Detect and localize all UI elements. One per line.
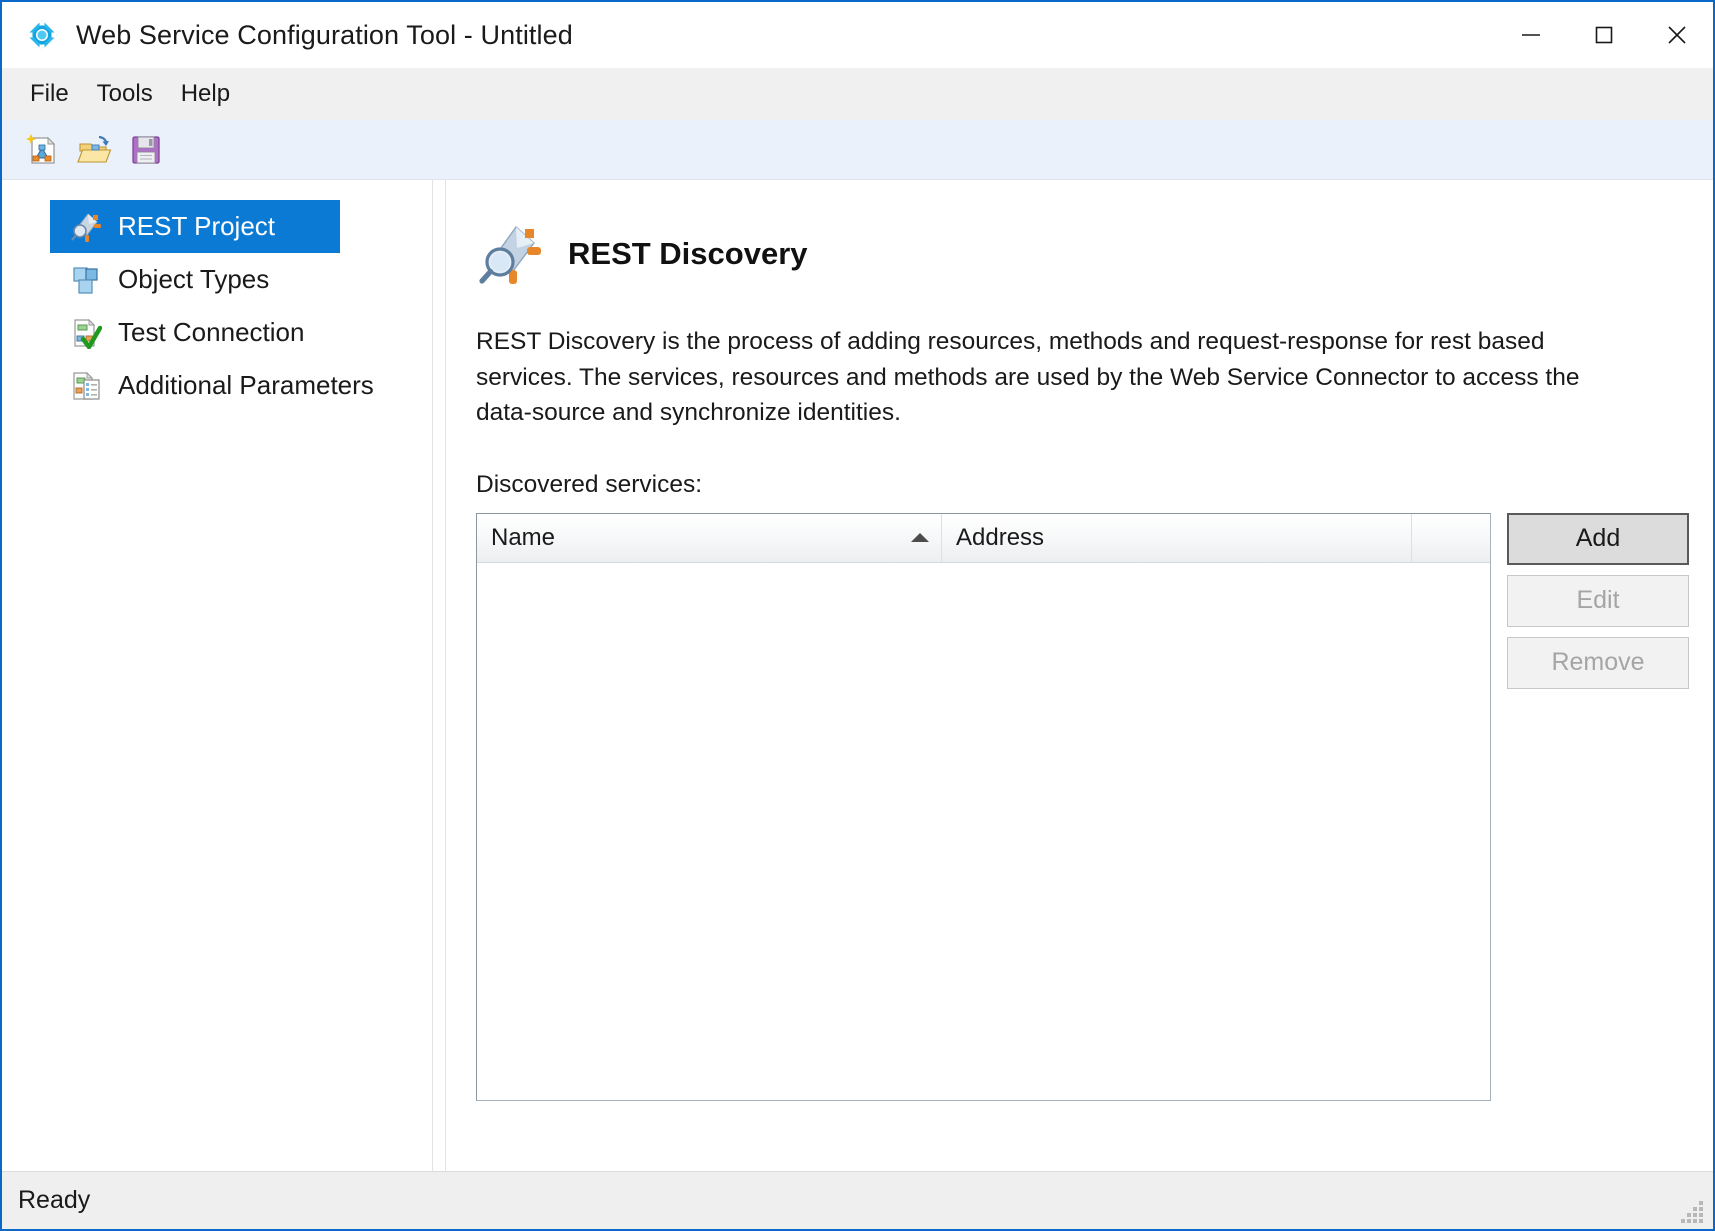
menu-item-help[interactable]: Help: [167, 78, 244, 110]
close-icon[interactable]: [1640, 2, 1713, 68]
resize-grip-icon[interactable]: [1681, 1199, 1707, 1225]
diamond-network-icon: [24, 17, 60, 53]
column-header-address[interactable]: Address: [942, 513, 1412, 562]
discovered-services-label: Discovered services:: [476, 470, 703, 498]
sidebar-splitter[interactable]: [432, 180, 446, 1171]
sidebar-item-test-connection[interactable]: Test Connection: [50, 306, 340, 359]
sidebar-item-label: Object Types: [118, 264, 270, 294]
minimize-icon[interactable]: [1494, 2, 1567, 68]
sidebar-item-object-types[interactable]: Object Types: [50, 253, 340, 306]
app-window: Web Service Configuration Tool - Untitle…: [0, 0, 1715, 1231]
content-panel: REST Discovery REST Discovery is the pro…: [446, 180, 1713, 1171]
edit-button: Edit: [1507, 574, 1689, 627]
column-header-blank[interactable]: [1412, 514, 1490, 562]
sidebar-item-label: REST Project: [118, 211, 276, 241]
title-bar: Web Service Configuration Tool - Untitle…: [2, 2, 1713, 68]
sidebar-item-additional-parameters[interactable]: Additional Parameters: [50, 359, 374, 412]
test-connection-icon: [68, 315, 104, 351]
column-header-name-label: Name: [491, 523, 556, 551]
open-folder-icon[interactable]: [68, 126, 120, 174]
panel-header: REST Discovery: [446, 180, 1713, 290]
save-floppy-icon[interactable]: [120, 126, 172, 174]
sidebar-item-label: Test Connection: [118, 317, 305, 347]
menu-item-tools[interactable]: Tools: [83, 78, 167, 110]
panel-description: REST Discovery is the process of adding …: [476, 328, 1580, 427]
tool-bar: [2, 120, 1713, 180]
services-section: Name Address Add Edit Remove: [446, 512, 1713, 1101]
sidebar-item-label: Additional Parameters: [118, 370, 374, 400]
discovered-services-list[interactable]: Name Address: [476, 512, 1491, 1101]
additional-parameters-icon: [68, 368, 104, 404]
menu-item-file[interactable]: File: [16, 78, 83, 110]
sidebar-navigation: REST Project Object Types Test Connectio…: [2, 180, 432, 1171]
sidebar-item-rest-project[interactable]: REST Project: [50, 200, 340, 253]
page-title: REST Discovery: [568, 236, 808, 271]
body-area: REST Project Object Types Test Connectio…: [2, 180, 1713, 1171]
maximize-icon[interactable]: [1567, 2, 1640, 68]
list-body-empty[interactable]: [477, 562, 1490, 1100]
new-project-icon[interactable]: [16, 126, 68, 174]
object-types-icon: [68, 262, 104, 298]
column-header-name[interactable]: Name: [477, 513, 942, 562]
remove-button: Remove: [1507, 636, 1689, 689]
rest-discovery-magnifier-icon: [476, 218, 548, 290]
sort-ascending-icon: [911, 533, 929, 543]
status-text: Ready: [18, 1186, 91, 1214]
services-button-column: Add Edit Remove: [1507, 512, 1689, 1101]
status-bar: Ready: [2, 1171, 1713, 1229]
column-header-address-label: Address: [956, 523, 1045, 551]
add-button[interactable]: Add: [1507, 512, 1689, 565]
window-controls: [1494, 2, 1713, 68]
window-title: Web Service Configuration Tool - Untitle…: [76, 19, 573, 50]
rest-project-icon: [68, 209, 104, 245]
menu-bar: File Tools Help: [2, 68, 1713, 120]
list-header: Name Address: [477, 513, 1490, 563]
